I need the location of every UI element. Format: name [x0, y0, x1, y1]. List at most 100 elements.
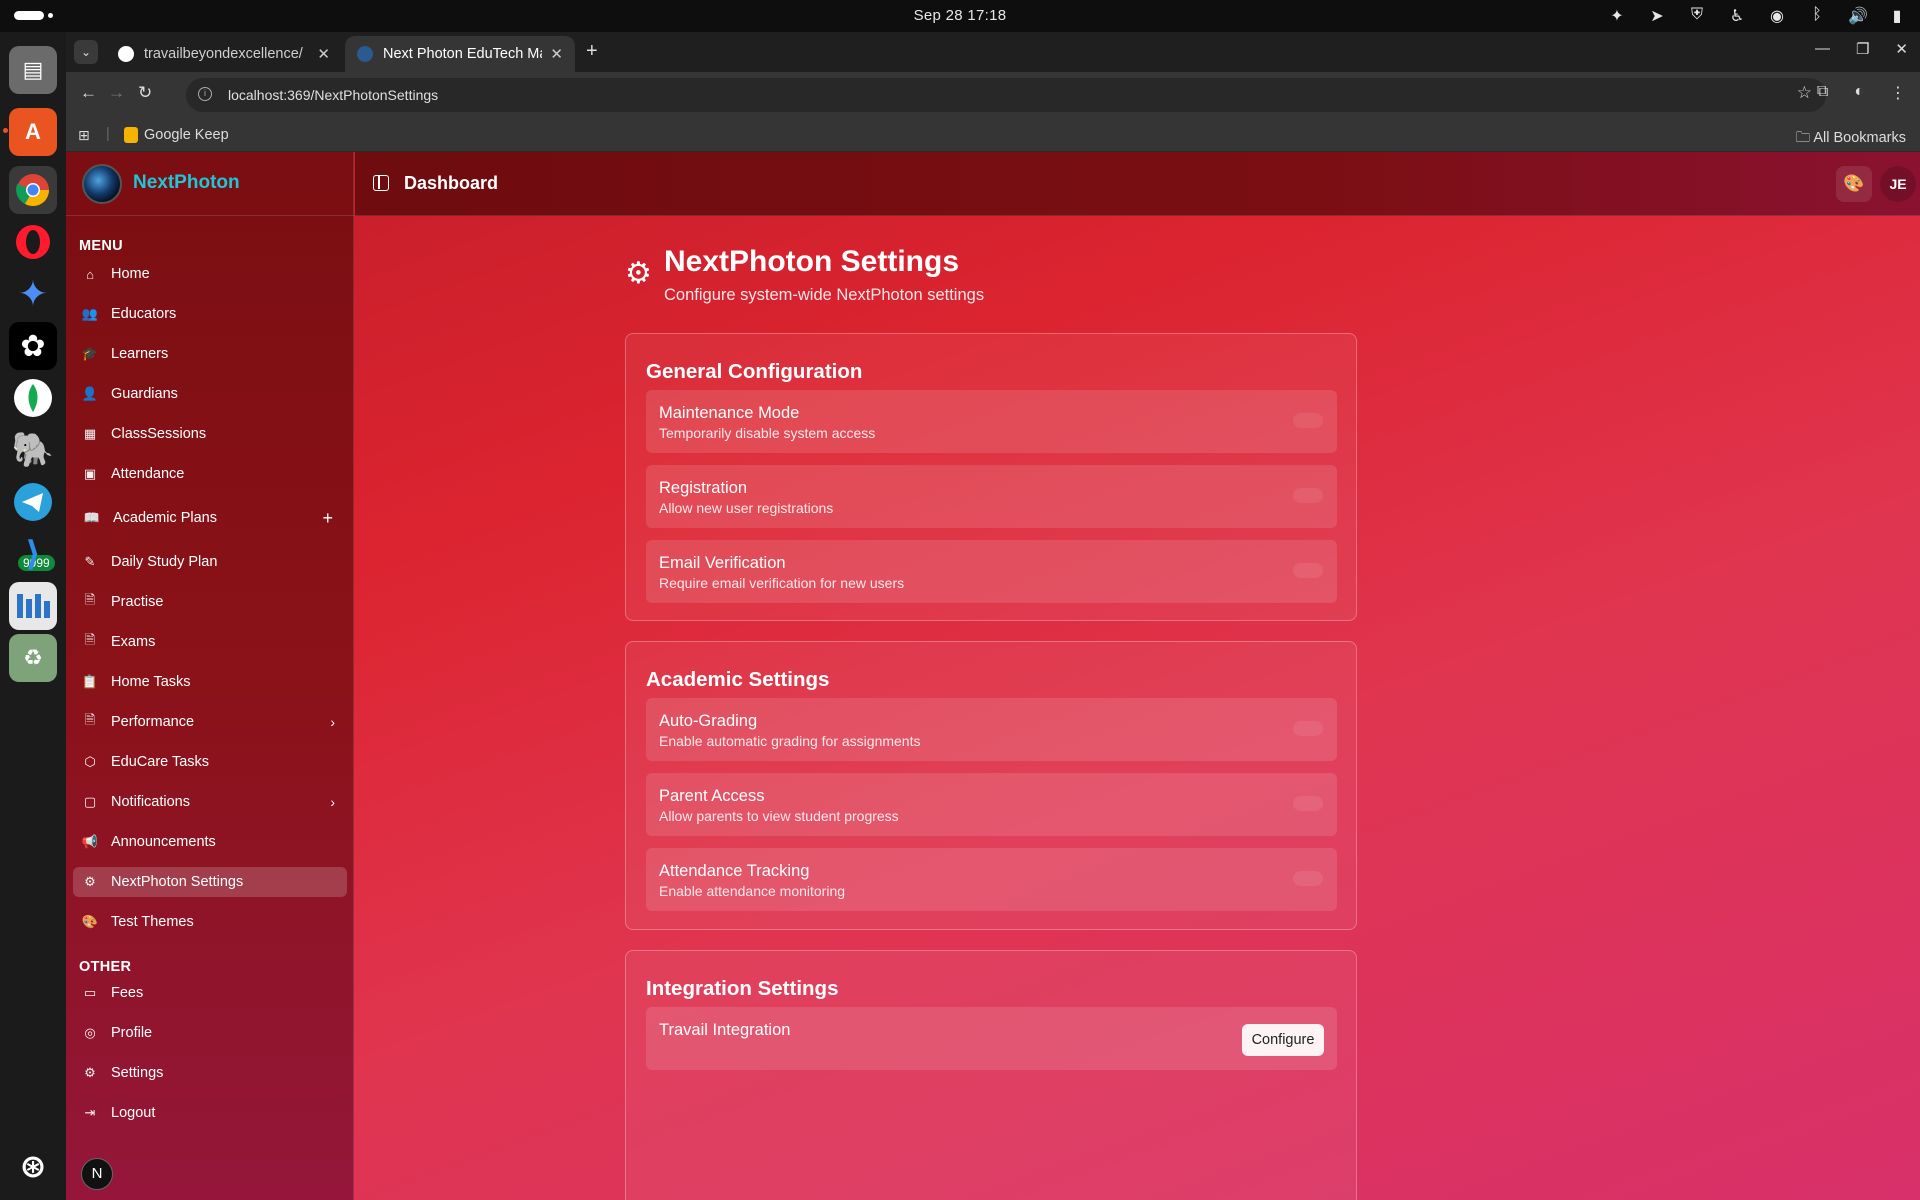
sidebar-item-announcements[interactable]: 📢 Announcements [73, 827, 347, 857]
all-bookmarks-label: All Bookmarks [1813, 130, 1906, 146]
sidebar-item-label: Academic Plans [113, 510, 217, 526]
site-info-icon[interactable]: i [198, 87, 212, 101]
new-tab-button[interactable]: + [586, 40, 598, 63]
sidebar-item-home-tasks[interactable]: 📋 Home Tasks [73, 667, 347, 697]
kebab-menu-icon[interactable]: ⋮ [1890, 83, 1906, 103]
registration-toggle[interactable] [1293, 488, 1323, 503]
sidebar-item-label: Educators [111, 306, 177, 322]
arrow-forward-icon[interactable]: → [108, 83, 125, 103]
user-circle-icon: ◎ [84, 1025, 96, 1040]
close-tab-icon[interactable]: ✕ [317, 45, 330, 63]
close-tab-icon[interactable]: ✕ [550, 45, 563, 63]
arrow-back-icon[interactable]: ← [80, 83, 97, 103]
sidebar-item-academic-plans[interactable]: 📖 Academic Plans + [73, 503, 347, 533]
wifi-icon[interactable]: ◉ [1768, 6, 1786, 26]
all-bookmarks-button[interactable]: 🗀 All Bookmarks [1796, 127, 1906, 152]
bluetooth-icon[interactable]: ᛒ [1808, 6, 1826, 26]
app-center-icon[interactable]: A [9, 108, 57, 156]
minimize-icon[interactable]: — [1815, 40, 1830, 58]
sidebar-item-exams[interactable]: 🗎 Exams [73, 627, 347, 657]
sidebar-item-guardians[interactable]: 👤 Guardians [73, 379, 347, 409]
attendance-tracking-toggle[interactable] [1293, 871, 1323, 886]
sidebar-item-educare-tasks[interactable]: ⬡ EduCare Tasks [73, 747, 347, 777]
show-apps-icon[interactable]: ⊛ [9, 1142, 57, 1190]
chrome-icon[interactable] [9, 166, 57, 214]
sidebar-item-educators[interactable]: 👥 Educators [73, 299, 347, 329]
browser-tab-nextphoton[interactable]: Next Photon EduTech Ma ✕ [345, 36, 575, 72]
bookmark-star-icon[interactable]: ☆ [1797, 83, 1812, 103]
google-keep-icon [124, 127, 138, 143]
reload-icon[interactable]: ↻ [138, 83, 152, 103]
vscode-icon[interactable]: ⟩ [9, 530, 57, 578]
chatgpt-icon[interactable]: ✿ [9, 322, 57, 370]
sidebar-item-learners[interactable]: 🎓 Learners [73, 339, 347, 369]
chevron-right-icon[interactable]: › [330, 714, 335, 730]
telegram-icon[interactable]: ➤ [1648, 6, 1666, 26]
bookmark-google-keep[interactable]: Google Keep [124, 127, 229, 143]
sidebar-item-label: Test Themes [111, 914, 194, 930]
profile-avatar-icon[interactable]: ◐ [1854, 83, 1864, 103]
sidebar-item-label: Profile [111, 1025, 153, 1041]
mongodb-icon[interactable] [9, 374, 57, 422]
bookmark-label: Google Keep [144, 127, 229, 143]
url-text[interactable]: localhost:369/NextPhotonSettings [228, 87, 438, 103]
maximize-icon[interactable]: ❐ [1856, 40, 1869, 58]
page-title: NextPhoton Settings [664, 245, 960, 278]
sidebar-item-logout[interactable]: ⇥ Logout [73, 1098, 347, 1128]
academic-settings-card: Academic Settings Auto-Grading Enable au… [625, 641, 1357, 930]
accessibility-icon[interactable]: ♿ [1728, 6, 1746, 26]
sidebar-toggle-icon[interactable] [373, 175, 389, 191]
system-tray[interactable]: ✦ ➤ ⛨ ♿ ◉ ᛒ 🔊 ▮ [1608, 6, 1906, 26]
sidebar-item-attendance[interactable]: ▣ Attendance [73, 459, 347, 489]
theme-palette-icon[interactable]: 🎨 [1836, 166, 1872, 202]
sidebar-item-fees[interactable]: ▭ Fees [73, 978, 347, 1008]
brand-header[interactable]: NextPhoton [66, 152, 354, 216]
parent-access-toggle[interactable] [1293, 796, 1323, 811]
sidebar-item-home[interactable]: ⌂ Home [73, 259, 347, 289]
user-avatar[interactable]: JE [1880, 166, 1916, 202]
sidebar-item-notifications[interactable]: ▢ Notifications › [73, 787, 347, 817]
volume-icon[interactable]: 🔊 [1848, 6, 1868, 26]
add-icon[interactable]: + [322, 508, 333, 529]
sidebar-item-practise[interactable]: 🗎 Practise [73, 587, 347, 617]
setting-label: Auto-Grading [659, 712, 758, 730]
postgresql-icon[interactable]: 🐘 [9, 426, 57, 474]
chevron-right-icon[interactable]: › [330, 794, 335, 810]
files-app-icon[interactable]: ▤ [9, 46, 57, 94]
setting-row: Registration Allow new user registration… [646, 465, 1337, 528]
setting-description: Require email verification for new users [659, 575, 905, 591]
opera-icon[interactable] [9, 218, 57, 266]
sidebar-item-daily-study-plan[interactable]: ✎ Daily Study Plan [73, 547, 347, 577]
telegram-app-icon[interactable] [9, 478, 57, 526]
apps-grid-icon[interactable]: ⊞ [78, 127, 90, 144]
tab-search-dropdown-icon[interactable]: ⌄ [74, 40, 98, 64]
shield-icon[interactable]: ⛨ [1688, 6, 1706, 26]
setting-description: Allow new user registrations [659, 500, 834, 516]
tasks-app-icon[interactable] [9, 582, 57, 630]
footer-avatar[interactable]: N [81, 1158, 113, 1190]
gemini-icon[interactable]: ✦ [9, 270, 57, 318]
battery-icon[interactable]: ▮ [1888, 6, 1906, 26]
sparkle-icon[interactable]: ✦ [1608, 6, 1626, 26]
configure-button[interactable]: Configure [1242, 1024, 1324, 1056]
folder-icon: 🗀 [1795, 130, 1811, 146]
close-window-icon[interactable]: ✕ [1895, 40, 1908, 58]
maintenance-mode-toggle[interactable] [1293, 413, 1323, 428]
sidebar-item-label: Daily Study Plan [111, 554, 218, 570]
address-bar[interactable]: i localhost:369/NextPhotonSettings ☆ [186, 78, 1826, 112]
browser-tab-github[interactable]: travailbeyondexcellence/ ✕ [106, 36, 342, 72]
extensions-icon[interactable]: ⧉ [1817, 83, 1828, 103]
sidebar-item-label: Attendance [111, 466, 185, 482]
sidebar-item-performance[interactable]: 🗎 Performance › [73, 707, 347, 737]
auto-grading-toggle[interactable] [1293, 721, 1323, 736]
sidebar-item-settings[interactable]: ⚙ Settings [73, 1058, 347, 1088]
sidebar-item-label: Announcements [111, 834, 216, 850]
trash-icon[interactable]: ♻ [9, 634, 57, 682]
sidebar-item-nextphoton-settings[interactable]: ⚙ NextPhoton Settings [73, 867, 347, 897]
running-indicator [3, 128, 8, 133]
email-verification-toggle[interactable] [1293, 563, 1323, 578]
sidebar-item-test-themes[interactable]: 🎨 Test Themes [73, 907, 347, 937]
tab-title: Next Photon EduTech Ma [383, 46, 543, 62]
sidebar-item-classsessions[interactable]: ▦ ClassSessions [73, 419, 347, 449]
sidebar-item-profile[interactable]: ◎ Profile [73, 1018, 347, 1048]
